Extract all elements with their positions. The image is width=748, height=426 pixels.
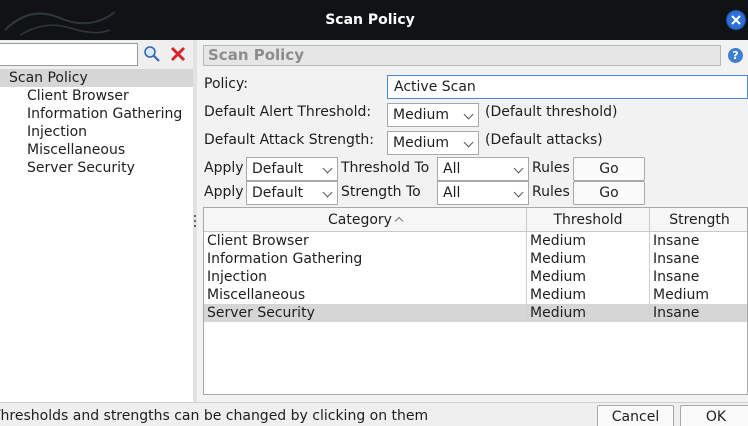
table-row-selected[interactable]: Server Security Medium Insane: [204, 304, 747, 322]
apply-strength-go-button[interactable]: Go: [573, 181, 645, 205]
sort-ascending-icon: [394, 216, 404, 226]
threshold-scope-value: All: [443, 161, 461, 177]
chevron-down-icon: [463, 137, 474, 148]
table-row[interactable]: Information Gathering Medium Insane: [204, 250, 747, 268]
attack-strength-select[interactable]: Medium: [387, 131, 479, 155]
policy-name-input[interactable]: Active Scan: [387, 75, 748, 99]
cell-category: Client Browser: [204, 232, 527, 250]
cell-category: Injection: [204, 268, 527, 286]
apply-strength-select[interactable]: Default: [246, 181, 338, 205]
title-bar: Scan Policy: [0, 0, 748, 40]
cell-strength[interactable]: Insane: [650, 250, 747, 268]
apply-threshold-go-button[interactable]: Go: [573, 157, 645, 181]
cell-threshold[interactable]: Medium: [527, 250, 650, 268]
chevron-down-icon: [463, 109, 474, 120]
apply-threshold-label: Apply: [204, 160, 244, 176]
attack-strength-value: Medium: [393, 135, 449, 151]
tree-item-server-security[interactable]: Server Security: [0, 159, 193, 177]
category-tree-panel: Scan Policy Client Browser Information G…: [0, 40, 193, 402]
alert-threshold-select[interactable]: Medium: [387, 103, 479, 127]
tree-search-input[interactable]: [0, 43, 138, 66]
threshold-scope-select[interactable]: All: [437, 157, 529, 181]
tree-item-client-browser[interactable]: Client Browser: [0, 87, 193, 105]
close-x-glyph: [731, 15, 741, 25]
chevron-down-icon: [322, 163, 333, 174]
cell-threshold[interactable]: Medium: [527, 268, 650, 286]
alert-threshold-note: (Default threshold): [485, 104, 618, 120]
chevron-down-icon: [513, 163, 524, 174]
alert-threshold-label: Default Alert Threshold:: [204, 104, 372, 120]
strength-scope-select[interactable]: All: [437, 181, 529, 205]
cell-strength[interactable]: Medium: [650, 286, 747, 304]
attack-strength-note: (Default attacks): [485, 132, 603, 148]
column-header-category[interactable]: Category: [204, 208, 527, 232]
column-header-category-label: Category: [328, 212, 392, 228]
chevron-down-icon: [322, 187, 333, 198]
apply-threshold-value: Default: [252, 161, 304, 177]
cell-category: Information Gathering: [204, 250, 527, 268]
policy-label: Policy:: [204, 76, 248, 92]
table-header: Category Threshold Strength: [204, 208, 747, 232]
category-table: Category Threshold Strength Client Brows…: [203, 207, 748, 395]
cell-category: Miscellaneous: [204, 286, 527, 304]
apply-strength-value: Default: [252, 185, 304, 201]
threshold-to-label: Threshold To: [341, 160, 430, 176]
cell-threshold[interactable]: Medium: [527, 232, 650, 250]
close-icon[interactable]: [726, 10, 746, 30]
table-row[interactable]: Client Browser Medium Insane: [204, 232, 747, 250]
chevron-down-icon: [513, 187, 524, 198]
cancel-button[interactable]: Cancel: [597, 405, 674, 426]
cell-category: Server Security: [204, 304, 527, 322]
dialog-footer: Thresholds and strengths can be changed …: [0, 402, 748, 426]
tree-search-bar: [0, 40, 193, 70]
alert-threshold-value: Medium: [393, 107, 449, 123]
strength-rules-label: Rules: [532, 184, 570, 200]
cell-strength[interactable]: Insane: [650, 268, 747, 286]
strength-to-label: Strength To: [341, 184, 421, 200]
footer-hint: Thresholds and strengths can be changed …: [0, 408, 429, 424]
ok-button[interactable]: OK: [680, 405, 748, 426]
column-header-threshold[interactable]: Threshold: [527, 208, 650, 232]
apply-strength-label: Apply: [204, 184, 244, 200]
cell-threshold[interactable]: Medium: [527, 286, 650, 304]
tree-item-injection[interactable]: Injection: [0, 123, 193, 141]
tree-item-information-gathering[interactable]: Information Gathering: [0, 105, 193, 123]
help-icon[interactable]: ?: [728, 48, 743, 63]
search-icon[interactable]: [143, 45, 161, 63]
attack-strength-label: Default Attack Strength:: [204, 132, 375, 148]
threshold-rules-label: Rules: [532, 160, 570, 176]
cell-threshold[interactable]: Medium: [527, 304, 650, 322]
column-header-strength[interactable]: Strength: [650, 208, 747, 232]
panel-header: Scan Policy: [203, 45, 721, 66]
cell-strength[interactable]: Insane: [650, 304, 747, 322]
clear-icon[interactable]: [169, 45, 187, 63]
tree-item-miscellaneous[interactable]: Miscellaneous: [0, 141, 193, 159]
cell-strength[interactable]: Insane: [650, 232, 747, 250]
scan-policy-panel: Scan Policy ? Policy: Active Scan Defaul…: [197, 40, 748, 402]
window-title: Scan Policy: [325, 12, 415, 28]
table-row[interactable]: Injection Medium Insane: [204, 268, 747, 286]
strength-scope-value: All: [443, 185, 461, 201]
tree-item-scan-policy[interactable]: Scan Policy: [0, 69, 193, 87]
table-row[interactable]: Miscellaneous Medium Medium: [204, 286, 747, 304]
apply-threshold-select[interactable]: Default: [246, 157, 338, 181]
